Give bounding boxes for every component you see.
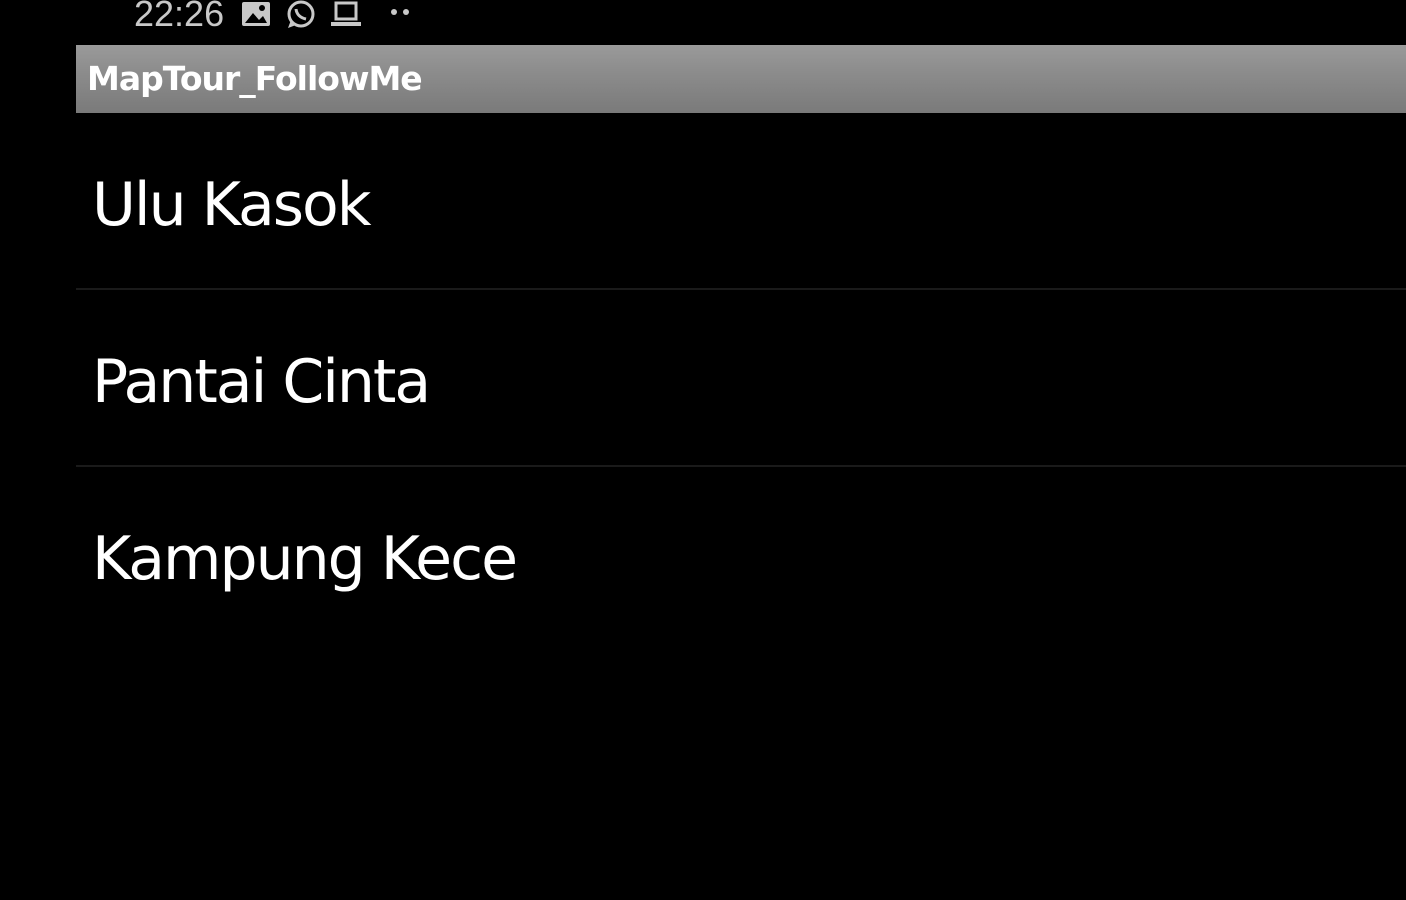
list-item-pantai-cinta[interactable]: Pantai Cinta: [76, 290, 1406, 466]
app-title-bar: MapTour_FollowMe: [76, 45, 1406, 113]
list-item-kampung-kece[interactable]: Kampung Kece: [76, 467, 1406, 643]
whatsapp-icon: [284, 0, 316, 30]
list-item-label: Kampung Kece: [92, 524, 518, 594]
status-time: 22:26: [134, 0, 225, 34]
laptop-icon: [330, 0, 362, 30]
location-list: Ulu Kasok Pantai Cinta Kampung Kece: [76, 113, 1406, 643]
gallery-icon: [240, 0, 272, 30]
app-screen: 22:26 MapTour_FollowMe Ulu Kasok Pantai …: [0, 0, 1406, 900]
list-item-label: Ulu Kasok: [92, 170, 371, 240]
status-bar: 22:26: [0, 0, 1406, 40]
list-item-ulu-kasok[interactable]: Ulu Kasok: [76, 113, 1406, 289]
app-title: MapTour_FollowMe: [87, 59, 423, 98]
more-dots-icon: [386, 0, 418, 30]
list-item-label: Pantai Cinta: [92, 347, 431, 417]
